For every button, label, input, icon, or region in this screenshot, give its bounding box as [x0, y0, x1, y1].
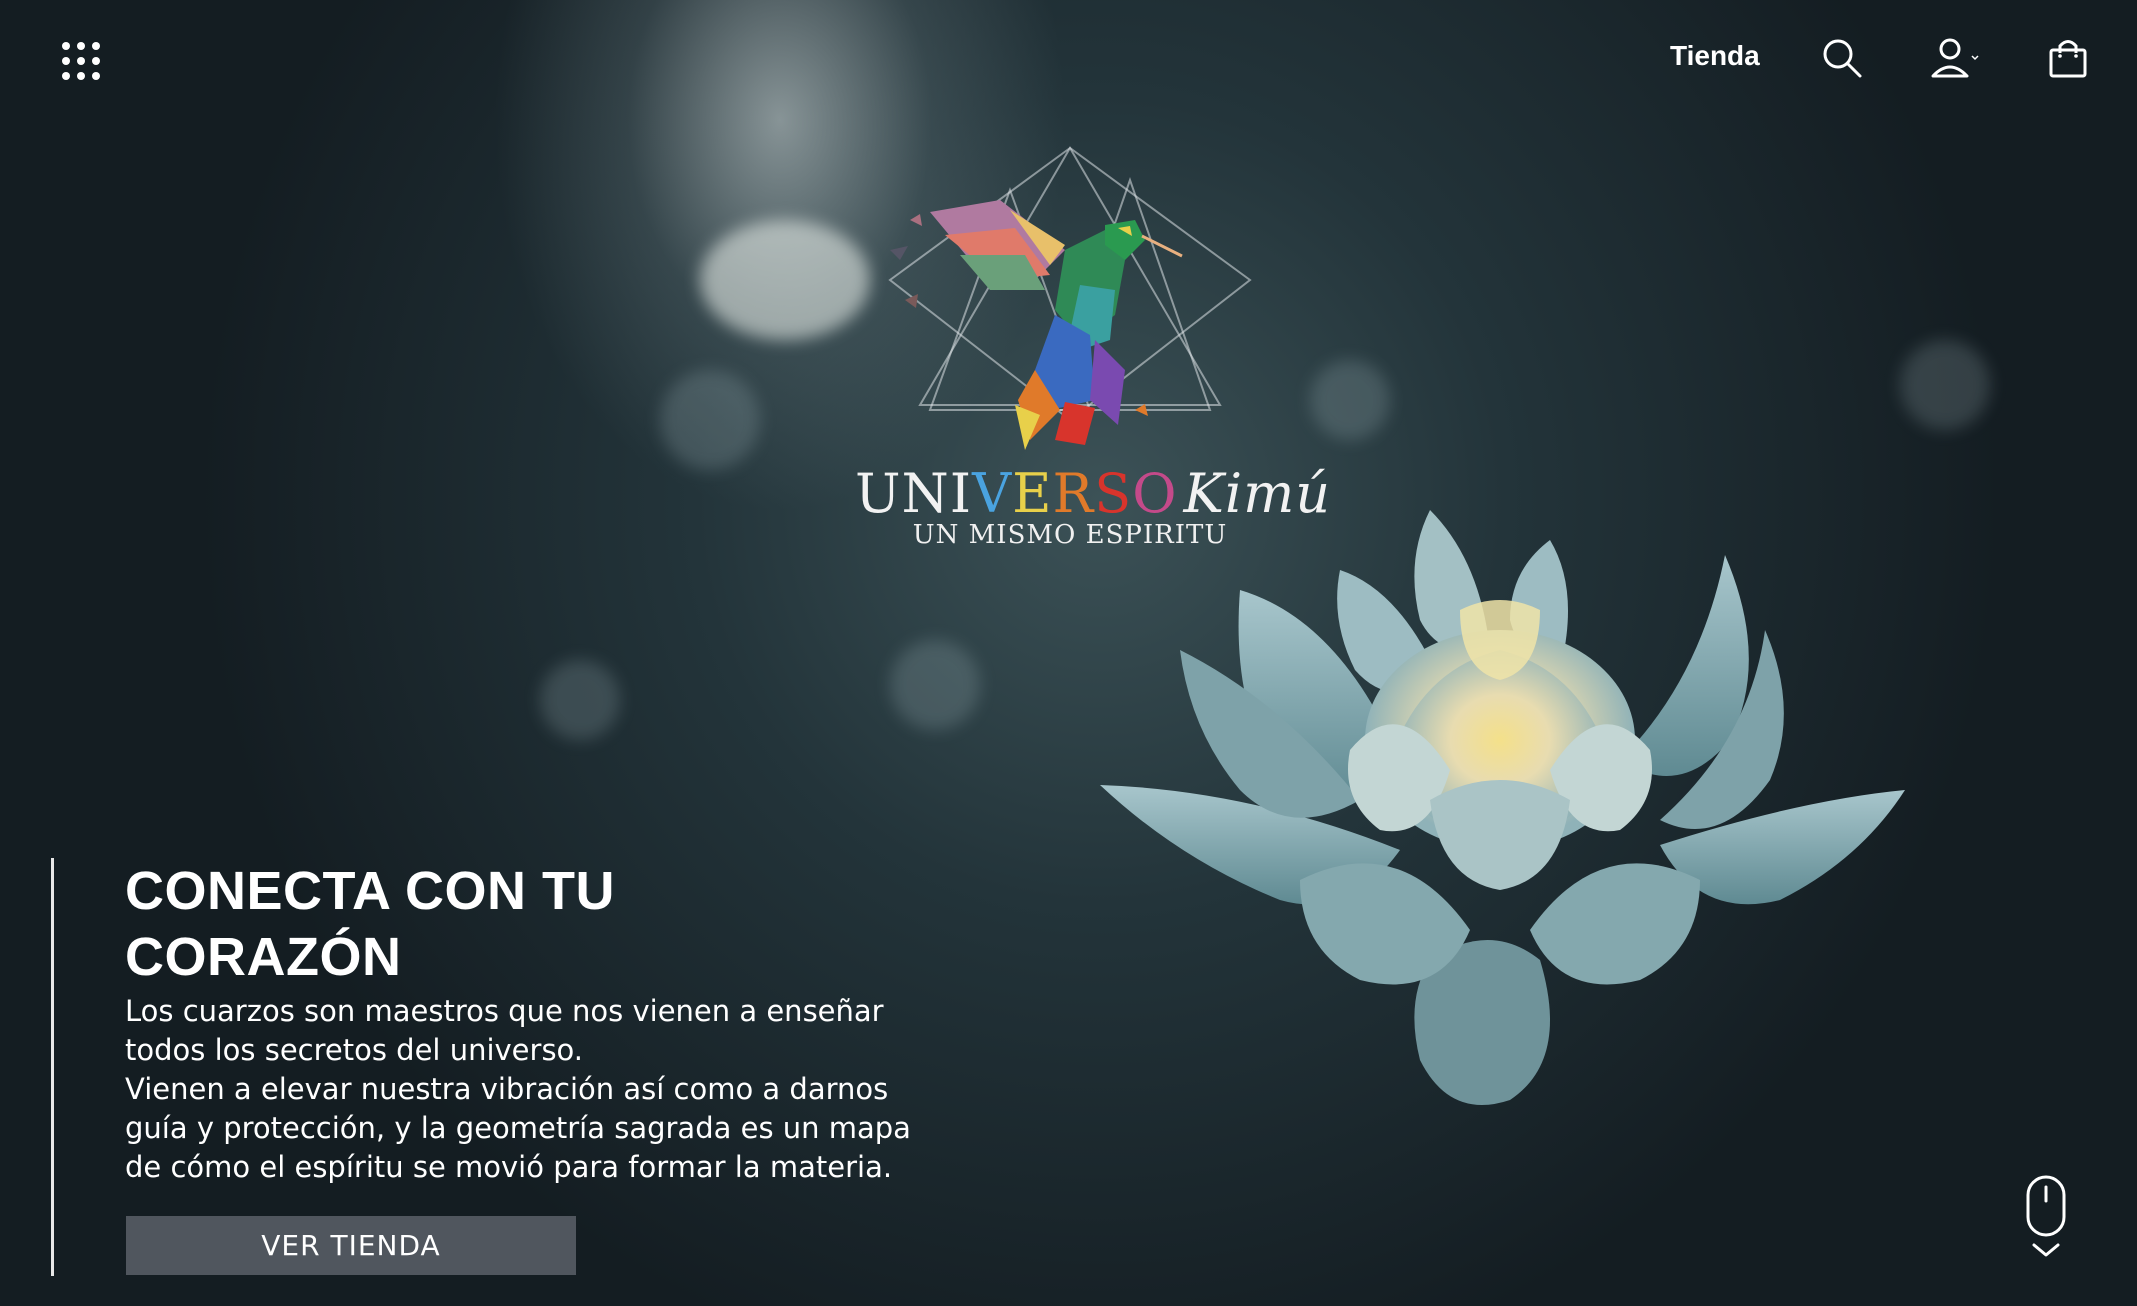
logo-letter: I — [949, 462, 973, 525]
lotus-flower-image — [1100, 500, 1920, 1200]
hero-description: Los cuarzos son maestros que nos vienen … — [125, 992, 955, 1187]
bokeh-light — [660, 370, 760, 470]
search-icon[interactable] — [1820, 36, 1864, 80]
apps-grid-icon[interactable] — [58, 38, 104, 84]
ver-tienda-button[interactable]: VER TIENDA — [126, 1216, 576, 1275]
logo-letter: N — [901, 462, 950, 525]
shopping-bag-icon[interactable] — [2046, 36, 2090, 80]
grid-dot — [61, 72, 70, 81]
hero-title-line1: CONECTA CON TU — [125, 861, 615, 921]
grid-dot — [76, 72, 85, 81]
nav-link-tienda[interactable]: Tienda — [1670, 40, 1760, 72]
bokeh-light — [1310, 360, 1390, 440]
grid-dot — [61, 41, 70, 50]
bokeh-light — [540, 660, 620, 740]
grid-dot — [76, 56, 85, 65]
grid-dot — [92, 72, 101, 81]
logo-letter: E — [1012, 462, 1053, 525]
grid-dot — [76, 41, 85, 50]
hero-title-line2: CORAZÓN — [125, 927, 402, 987]
bokeh-light — [890, 640, 980, 730]
logo-letter: R — [1052, 462, 1095, 525]
logo-letter: U — [855, 462, 902, 525]
scroll-down-mouse-icon[interactable] — [2022, 1175, 2070, 1265]
hero-paragraph-2: Vienen a elevar nuestra vibración así co… — [125, 1072, 911, 1184]
grid-dot — [61, 56, 70, 65]
grid-dot — [92, 56, 101, 65]
grid-dot — [92, 41, 101, 50]
user-icon[interactable] — [1928, 36, 1982, 80]
hero-title: CONECTA CON TU CORAZÓN — [125, 858, 745, 990]
logo-letter: V — [972, 462, 1013, 525]
hero-paragraph-1: Los cuarzos son maestros que nos vienen … — [125, 994, 884, 1067]
hero-divider-line — [51, 858, 54, 1276]
bokeh-light — [700, 220, 870, 340]
bokeh-light — [1900, 340, 1990, 430]
